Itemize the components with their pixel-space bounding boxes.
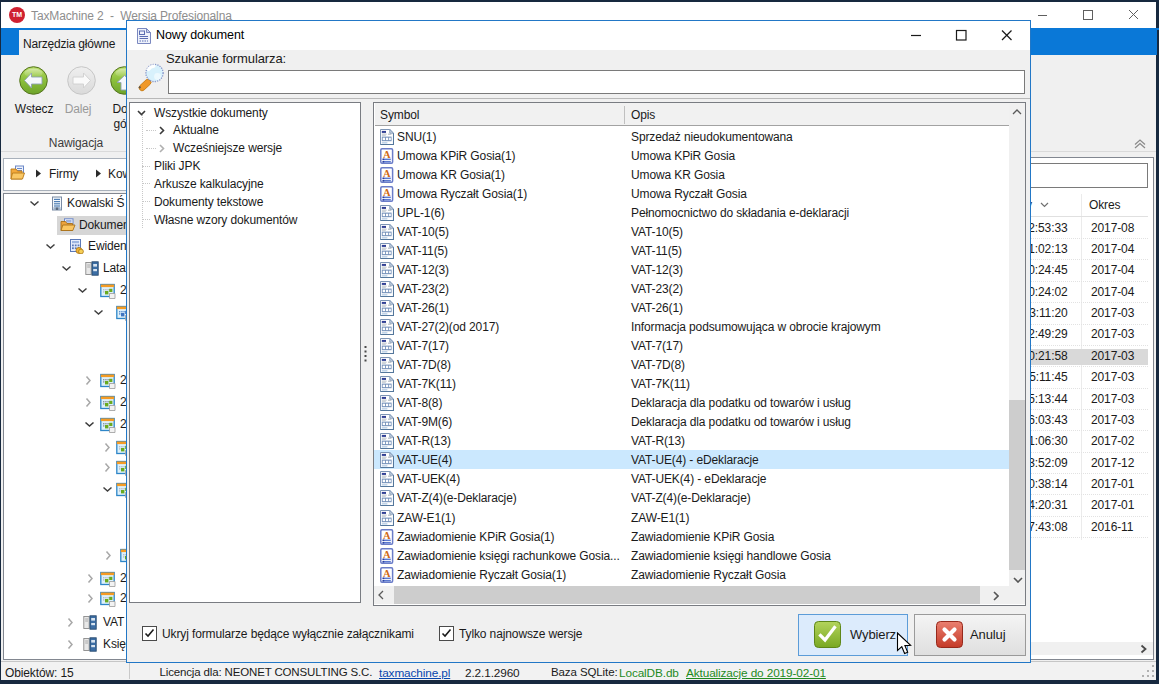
svg-text:A: A xyxy=(383,186,391,197)
svg-text:A: A xyxy=(383,167,391,178)
svg-text:A: A xyxy=(383,567,391,578)
svg-text:A: A xyxy=(383,148,391,159)
svg-text:A: A xyxy=(383,548,391,559)
svg-text:A: A xyxy=(383,529,391,540)
